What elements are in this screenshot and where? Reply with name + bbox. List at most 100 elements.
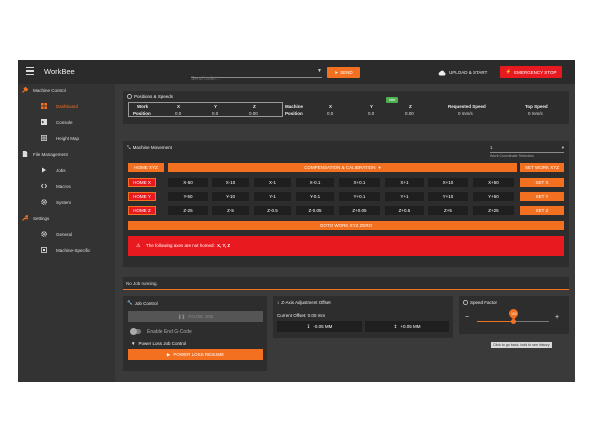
- arrow-up-icon: ↥: [393, 323, 398, 329]
- jog-button[interactable]: Y-0.1: [296, 192, 334, 201]
- work-z-header: Z: [253, 104, 256, 109]
- send-button[interactable]: ➤ SEND: [327, 67, 360, 78]
- section-label: Settings: [33, 215, 50, 221]
- emergency-stop-button[interactable]: ⚡ EMERGENCY STOP: [500, 66, 562, 78]
- jog-button[interactable]: Z+5: [428, 206, 468, 215]
- jog-button[interactable]: Z-5: [212, 206, 249, 215]
- set-y-button[interactable]: SET Y: [520, 192, 564, 201]
- top-bar: WorkBee ▼ ➤ SEND UPLOAD & START ⚡ EMERGE…: [18, 60, 575, 84]
- sidebar-item-label: Machine-Specific: [56, 247, 91, 253]
- speed-increase-button[interactable]: +: [555, 314, 559, 321]
- sidebar-item-dashboard[interactable]: Dashboard: [41, 101, 78, 111]
- send-icon: ➤: [334, 69, 339, 75]
- jog-button[interactable]: X+1: [385, 178, 424, 187]
- home-z-button[interactable]: HOME Z: [128, 206, 156, 215]
- tools-icon: [22, 87, 28, 93]
- sidebar-item-height-map[interactable]: Height Map: [41, 133, 79, 143]
- requested-speed-value: 0 mm/s: [458, 110, 473, 116]
- move-arrows-icon: ⤡: [127, 145, 131, 150]
- jog-button[interactable]: X-50: [168, 178, 208, 187]
- sidebar-item-general[interactable]: General: [41, 229, 72, 239]
- panel-header: ⤡ Machine Movement: [127, 145, 172, 150]
- jog-button[interactable]: X-0.1: [296, 178, 334, 187]
- compensation-label: COMPENSATION & CALIBRATION: [304, 165, 376, 170]
- wrench-icon: [22, 215, 28, 221]
- chevron-down-icon[interactable]: ▾: [562, 145, 564, 151]
- set-z-button[interactable]: SET Z: [520, 206, 564, 215]
- speed-decrease-button[interactable]: −: [465, 314, 469, 321]
- dropdown-arrow-icon[interactable]: ▼: [317, 68, 322, 74]
- speed-slider-track[interactable]: 100: [477, 307, 549, 324]
- pause-icon: ❚❚: [177, 313, 186, 319]
- job-progress-line: [123, 289, 569, 291]
- jog-button[interactable]: Y+10: [428, 192, 468, 201]
- goto-work-zero-button[interactable]: GOTO WORK XYZ ZERO: [128, 221, 564, 230]
- jog-button[interactable]: Y+1: [385, 192, 424, 201]
- jog-button[interactable]: Z-0.05: [296, 206, 334, 215]
- panel-header: ↕ Z-Axis Adjustment Offset: [277, 300, 331, 305]
- jog-button[interactable]: Y+0.1: [339, 192, 380, 201]
- send-code-input[interactable]: [191, 74, 309, 84]
- z-offset-panel: ↕ Z-Axis Adjustment Offset Current Offse…: [273, 296, 453, 338]
- machine-position-label: Position: [285, 110, 303, 116]
- sidebar-item-system[interactable]: System: [41, 197, 71, 207]
- sidebar-item-macros[interactable]: Macros: [41, 181, 71, 191]
- sidebar-item-label: Dashboard: [56, 103, 79, 109]
- machine-x-header: X: [329, 104, 333, 109]
- sidebar-section-machine-control[interactable]: Machine Control: [22, 85, 66, 95]
- panel-title: Job Control: [134, 300, 158, 306]
- power-loss-header: ▼ Power Loss Job Control: [131, 341, 186, 346]
- upload-start-button[interactable]: UPLOAD & START: [438, 67, 487, 78]
- send-code-field[interactable]: ▼: [191, 67, 322, 84]
- job-control-panel: 🔧 Job Control ❚❚ PAUSE JOB Enable End G-…: [123, 296, 267, 371]
- chevron-down-icon: ▾: [378, 164, 381, 170]
- menu-icon[interactable]: [26, 67, 34, 76]
- status-badge: Idle: [386, 97, 399, 103]
- jog-button[interactable]: Y-10: [212, 192, 249, 201]
- job-status-bar: No Job running.: [123, 277, 569, 291]
- set-x-button[interactable]: SET X: [520, 178, 564, 187]
- sidebar-item-console[interactable]: Console: [41, 117, 73, 127]
- jog-button[interactable]: Y-1: [254, 192, 291, 201]
- home-xyz-button[interactable]: HOME XYZ: [128, 163, 164, 172]
- send-label: SEND: [340, 70, 353, 75]
- speedometer-icon: [463, 300, 468, 305]
- sidebar-item-jobs[interactable]: Jobs: [41, 165, 66, 175]
- sidebar-section-settings[interactable]: Settings: [22, 213, 49, 223]
- machine-label: Machine: [285, 104, 304, 109]
- home-y-button[interactable]: HOME Y: [128, 192, 156, 201]
- pause-label: PAUSE JOB: [188, 314, 214, 319]
- work-coordinate-select[interactable]: 1 ▾: [490, 145, 564, 153]
- sidebar-section-file-management[interactable]: File Management: [22, 149, 68, 159]
- end-gcode-toggle[interactable]: [130, 328, 141, 335]
- machine-z-value: 0.00: [405, 110, 414, 116]
- pause-job-button[interactable]: ❚❚ PAUSE JOB: [128, 311, 263, 322]
- power-loss-resume-button[interactable]: ▶ POWER LOSS RESUME: [128, 349, 263, 360]
- z-down-button[interactable]: ↧ -0.05 MM: [277, 321, 362, 332]
- jog-button[interactable]: X+50: [473, 178, 514, 187]
- jog-button[interactable]: Z+0.5: [385, 206, 424, 215]
- set-work-xyz-button[interactable]: SET WORK XYZ: [520, 163, 564, 172]
- jog-button[interactable]: Z+0.05: [339, 206, 380, 215]
- jog-button[interactable]: Z+25: [473, 206, 514, 215]
- z-up-button[interactable]: ↥ +0.05 MM: [365, 321, 449, 332]
- sidebar: Machine Control Dashboard Console Height…: [18, 84, 115, 382]
- jog-button[interactable]: X-10: [212, 178, 249, 187]
- jog-button[interactable]: X-1: [254, 178, 291, 187]
- home-x-button[interactable]: HOME X: [128, 178, 156, 187]
- jog-button[interactable]: X+10: [428, 178, 468, 187]
- sidebar-item-machine-specific[interactable]: Machine-Specific: [41, 245, 90, 255]
- chip-icon: [41, 247, 47, 253]
- z-down-label: -0.05 MM: [313, 324, 333, 329]
- work-z-value: 0.00: [249, 110, 258, 116]
- jog-button[interactable]: X+0.1: [339, 178, 380, 187]
- jog-button[interactable]: Y+50: [473, 192, 514, 201]
- jog-button[interactable]: Z-0.5: [254, 206, 291, 215]
- jog-button[interactable]: Y-50: [168, 192, 208, 201]
- jog-button[interactable]: Z-25: [168, 206, 208, 215]
- top-speed-value: 0 mm/s: [528, 110, 543, 116]
- power-icon: ⚡: [505, 69, 512, 74]
- compensation-calibration-button[interactable]: COMPENSATION & CALIBRATION ▾: [168, 163, 517, 172]
- arrow-down-icon: ↧: [306, 323, 311, 329]
- section-label: Machine Control: [33, 87, 66, 93]
